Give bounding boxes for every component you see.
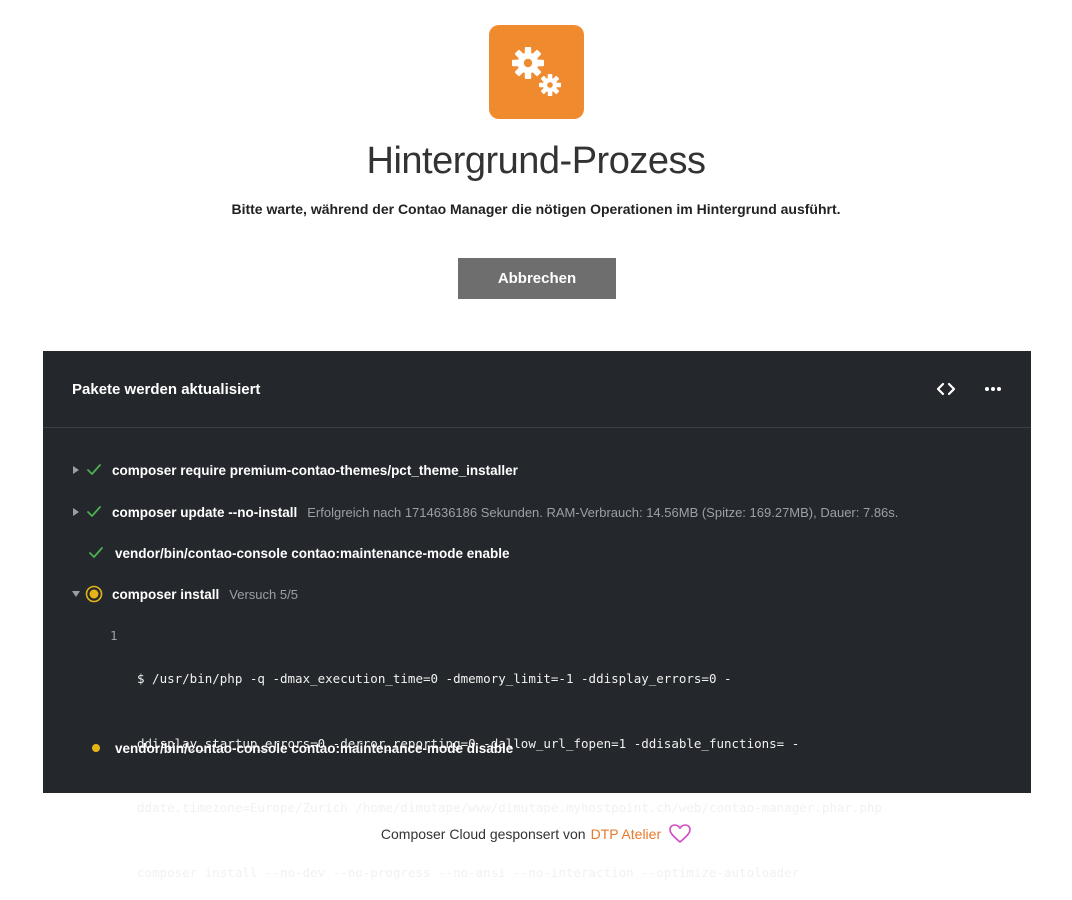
footer-text: Composer Cloud gesponsert von — [380, 826, 586, 842]
operation-item[interactable]: composer require premium-contao-themes/p… — [43, 459, 1031, 481]
log-line: composer install --no-dev --no-progress … — [137, 864, 800, 880]
log-lines: $ /usr/bin/php -q -dmax_execution_time=0… — [137, 625, 1007, 900]
app-logo — [489, 25, 584, 119]
check-icon — [87, 544, 105, 562]
operation-item: vendor/bin/contao-console contao:mainten… — [43, 542, 1031, 564]
operation-detail: Versuch 5/5 — [229, 586, 298, 602]
cancel-button[interactable]: Abbrechen — [458, 258, 616, 299]
console-header: Pakete werden aktualisiert — [43, 351, 1031, 428]
page: Hintergrund-Prozess Bitte warte, während… — [0, 0, 1072, 900]
heart-icon — [669, 824, 691, 843]
page-subtitle: Bitte warte, während der Contao Manager … — [231, 201, 841, 217]
page-title: Hintergrund-Prozess — [366, 140, 706, 182]
log-line: $ /usr/bin/php -q -dmax_execution_time=0… — [137, 671, 732, 686]
expand-arrow-icon[interactable] — [71, 463, 81, 477]
pending-dot-icon — [87, 739, 105, 757]
operation-command: vendor/bin/contao-console contao:mainten… — [115, 740, 514, 756]
gears-icon — [511, 47, 561, 96]
expand-arrow-icon[interactable] — [71, 505, 81, 519]
log-line: ddate.timezone=Europe/Zurich /home/dimut… — [137, 800, 883, 815]
operation-item: vendor/bin/contao-console contao:mainten… — [43, 737, 1031, 759]
operation-command: composer require premium-contao-themes/p… — [112, 462, 518, 478]
operation-command: vendor/bin/contao-console contao:mainten… — [115, 545, 510, 561]
operation-item[interactable]: composer update --no-install Erfolgreich … — [43, 501, 1031, 523]
operation-command: composer install Versuch 5/5 — [112, 586, 298, 602]
spinner-icon — [85, 585, 103, 603]
check-icon — [85, 503, 103, 521]
console-title: Pakete werden aktualisiert — [72, 381, 261, 398]
console-panel: Pakete werden aktualisiert composer requ… — [43, 351, 1031, 880]
more-options-button[interactable] — [980, 377, 1006, 401]
operation-command: composer update --no-install Erfolgreich … — [112, 504, 899, 520]
sponsor-link[interactable]: DTP Atelier — [591, 826, 662, 842]
footer: Composer Cloud gesponsert von DTP Atelie… — [0, 824, 1072, 844]
log-line-number: 1 — [110, 628, 118, 643]
collapse-arrow-icon[interactable] — [71, 587, 81, 601]
code-icon — [936, 382, 956, 396]
operation-item[interactable]: composer install Versuch 5/5 — [43, 583, 1031, 605]
more-icon — [985, 387, 1001, 391]
operation-detail: Erfolgreich nach 1714636186 Sekunden. RA… — [307, 504, 899, 520]
check-icon — [85, 461, 103, 479]
toggle-console-button[interactable] — [933, 377, 959, 401]
